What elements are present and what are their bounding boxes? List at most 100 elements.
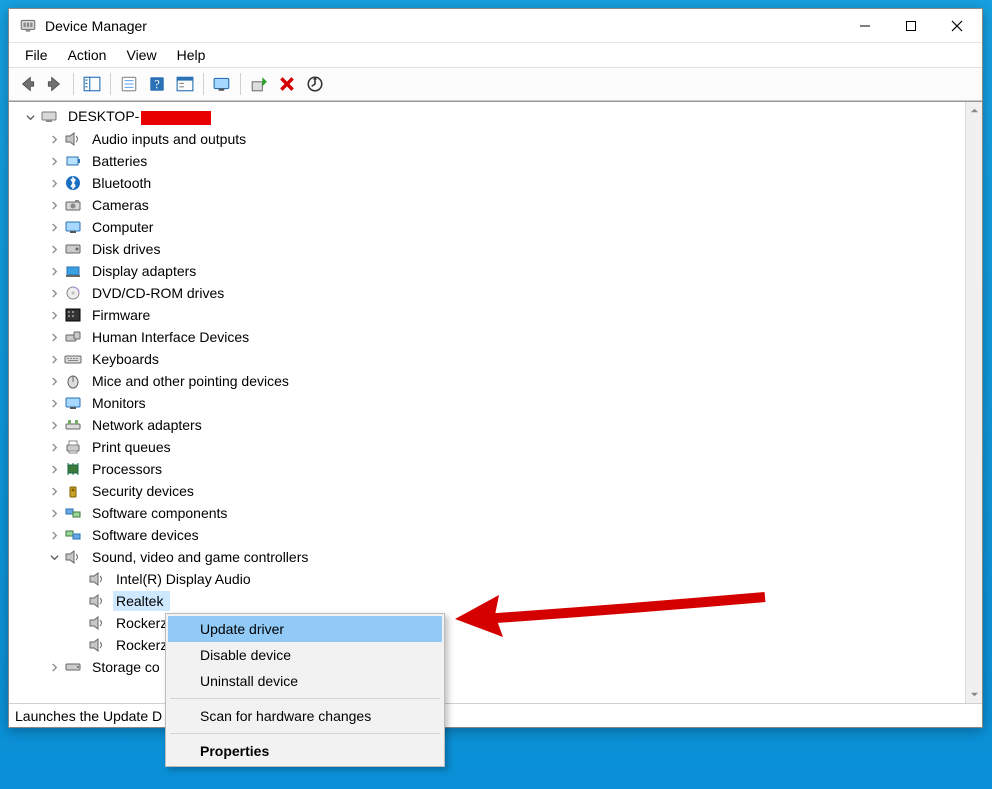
- view-devices-button[interactable]: [210, 72, 234, 96]
- tree-item-label: Network adapters: [89, 417, 205, 433]
- update-driver-button[interactable]: [247, 72, 271, 96]
- tree-item-printq[interactable]: Print queues: [13, 436, 965, 458]
- tree-item-label: Rockerz: [113, 637, 170, 653]
- tree-item-keyboards[interactable]: Keyboards: [13, 348, 965, 370]
- statusbar: Launches the Update D: [9, 703, 982, 727]
- tree-device-item[interactable]: Rockerz: [13, 612, 965, 634]
- swdev-icon: [63, 526, 83, 544]
- uninstall-button[interactable]: [275, 72, 299, 96]
- scroll-down-arrow-icon[interactable]: [966, 686, 982, 703]
- chevron-right-icon[interactable]: [47, 352, 61, 366]
- vertical-scrollbar[interactable]: [965, 102, 982, 703]
- chevron-right-icon[interactable]: [47, 198, 61, 212]
- tree-item-security[interactable]: Security devices: [13, 480, 965, 502]
- chevron-right-icon[interactable]: [47, 660, 61, 674]
- tree-item-mice[interactable]: Mice and other pointing devices: [13, 370, 965, 392]
- tree-item-disk[interactable]: Disk drives: [13, 238, 965, 260]
- tree-item-label: Storage co: [89, 659, 163, 675]
- chevron-right-icon[interactable]: [47, 308, 61, 322]
- chevron-right-icon[interactable]: [47, 330, 61, 344]
- chevron-right-icon[interactable]: [47, 132, 61, 146]
- chevron-right-icon[interactable]: [47, 264, 61, 278]
- help-button[interactable]: ?: [145, 72, 169, 96]
- tree-item-processors[interactable]: Processors: [13, 458, 965, 480]
- tree-item-label: Software components: [89, 505, 230, 521]
- context-separator: [170, 698, 440, 699]
- context-disable-device[interactable]: Disable device: [168, 642, 442, 668]
- properties-button[interactable]: [117, 72, 141, 96]
- chevron-right-icon[interactable]: [47, 374, 61, 388]
- titlebar[interactable]: Device Manager: [9, 9, 982, 43]
- tree-item-swcomp[interactable]: Software components: [13, 502, 965, 524]
- tree-item-display[interactable]: Display adapters: [13, 260, 965, 282]
- mice-icon: [63, 372, 83, 390]
- chevron-right-icon[interactable]: [47, 528, 61, 542]
- chevron-down-icon[interactable]: [23, 110, 37, 124]
- tree-item-label: Security devices: [89, 483, 197, 499]
- tree-item-cameras[interactable]: Cameras: [13, 194, 965, 216]
- tree-item-batteries[interactable]: Batteries: [13, 150, 965, 172]
- tree-item-monitors[interactable]: Monitors: [13, 392, 965, 414]
- tree-item-bluetooth[interactable]: Bluetooth: [13, 172, 965, 194]
- chevron-right-icon[interactable]: [47, 154, 61, 168]
- tree-item-label: Firmware: [89, 307, 153, 323]
- chevron-right-icon[interactable]: [47, 220, 61, 234]
- chevron-right-icon[interactable]: [47, 418, 61, 432]
- menu-view[interactable]: View: [116, 45, 166, 65]
- scan-hardware-button[interactable]: [303, 72, 327, 96]
- scroll-up-arrow-icon[interactable]: [966, 102, 982, 119]
- back-button[interactable]: [15, 72, 39, 96]
- chevron-right-icon[interactable]: [47, 176, 61, 190]
- tree-item-dvd[interactable]: DVD/CD-ROM drives: [13, 282, 965, 304]
- chevron-right-icon[interactable]: [47, 242, 61, 256]
- chevron-down-icon[interactable]: [47, 550, 61, 564]
- context-separator: [170, 733, 440, 734]
- tree-item-label: Processors: [89, 461, 165, 477]
- tree-item-label: DVD/CD-ROM drives: [89, 285, 227, 301]
- maximize-button[interactable]: [888, 11, 934, 41]
- tree-item-storage[interactable]: Storage co: [13, 656, 965, 678]
- chevron-right-icon[interactable]: [47, 396, 61, 410]
- chevron-right-icon[interactable]: [47, 286, 61, 300]
- action-menu-button[interactable]: [173, 72, 197, 96]
- client-area: DESKTOP- Audio inputs and outputsBatteri…: [9, 101, 982, 703]
- tree-item-label: Software devices: [89, 527, 202, 543]
- processors-icon: [63, 460, 83, 478]
- menu-action[interactable]: Action: [58, 45, 117, 65]
- tree-device-item[interactable]: Realtek: [13, 590, 965, 612]
- tree-device-item[interactable]: Rockerz: [13, 634, 965, 656]
- tree-item-computer[interactable]: Computer: [13, 216, 965, 238]
- chevron-right-icon[interactable]: [47, 484, 61, 498]
- minimize-button[interactable]: [842, 11, 888, 41]
- display-icon: [63, 262, 83, 280]
- swcomp-icon: [63, 504, 83, 522]
- tree-item-network[interactable]: Network adapters: [13, 414, 965, 436]
- device-tree[interactable]: DESKTOP- Audio inputs and outputsBatteri…: [9, 102, 965, 703]
- chevron-right-icon[interactable]: [47, 506, 61, 520]
- menu-help[interactable]: Help: [167, 45, 216, 65]
- tree-root[interactable]: DESKTOP-: [13, 106, 965, 128]
- window-title: Device Manager: [45, 18, 147, 34]
- tree-item-label: Mice and other pointing devices: [89, 373, 292, 389]
- chevron-right-icon[interactable]: [47, 440, 61, 454]
- audio-icon: [63, 130, 83, 148]
- batteries-icon: [63, 152, 83, 170]
- firmware-icon: [63, 306, 83, 324]
- tree-item-audio[interactable]: Audio inputs and outputs: [13, 128, 965, 150]
- root-label: DESKTOP-: [65, 108, 214, 125]
- menu-file[interactable]: File: [15, 45, 58, 65]
- tree-item-firmware[interactable]: Firmware: [13, 304, 965, 326]
- console-tree-button[interactable]: [80, 72, 104, 96]
- tree-item-sound[interactable]: Sound, video and game controllers: [13, 546, 965, 568]
- context-properties[interactable]: Properties: [168, 738, 442, 764]
- forward-button[interactable]: [43, 72, 67, 96]
- context-uninstall-device[interactable]: Uninstall device: [168, 668, 442, 694]
- chevron-right-icon[interactable]: [47, 462, 61, 476]
- monitors-icon: [63, 394, 83, 412]
- context-update-driver[interactable]: Update driver: [168, 616, 442, 642]
- tree-item-hid[interactable]: Human Interface Devices: [13, 326, 965, 348]
- context-scan-hardware[interactable]: Scan for hardware changes: [168, 703, 442, 729]
- tree-item-swdev[interactable]: Software devices: [13, 524, 965, 546]
- tree-device-item[interactable]: Intel(R) Display Audio: [13, 568, 965, 590]
- close-button[interactable]: [934, 11, 980, 41]
